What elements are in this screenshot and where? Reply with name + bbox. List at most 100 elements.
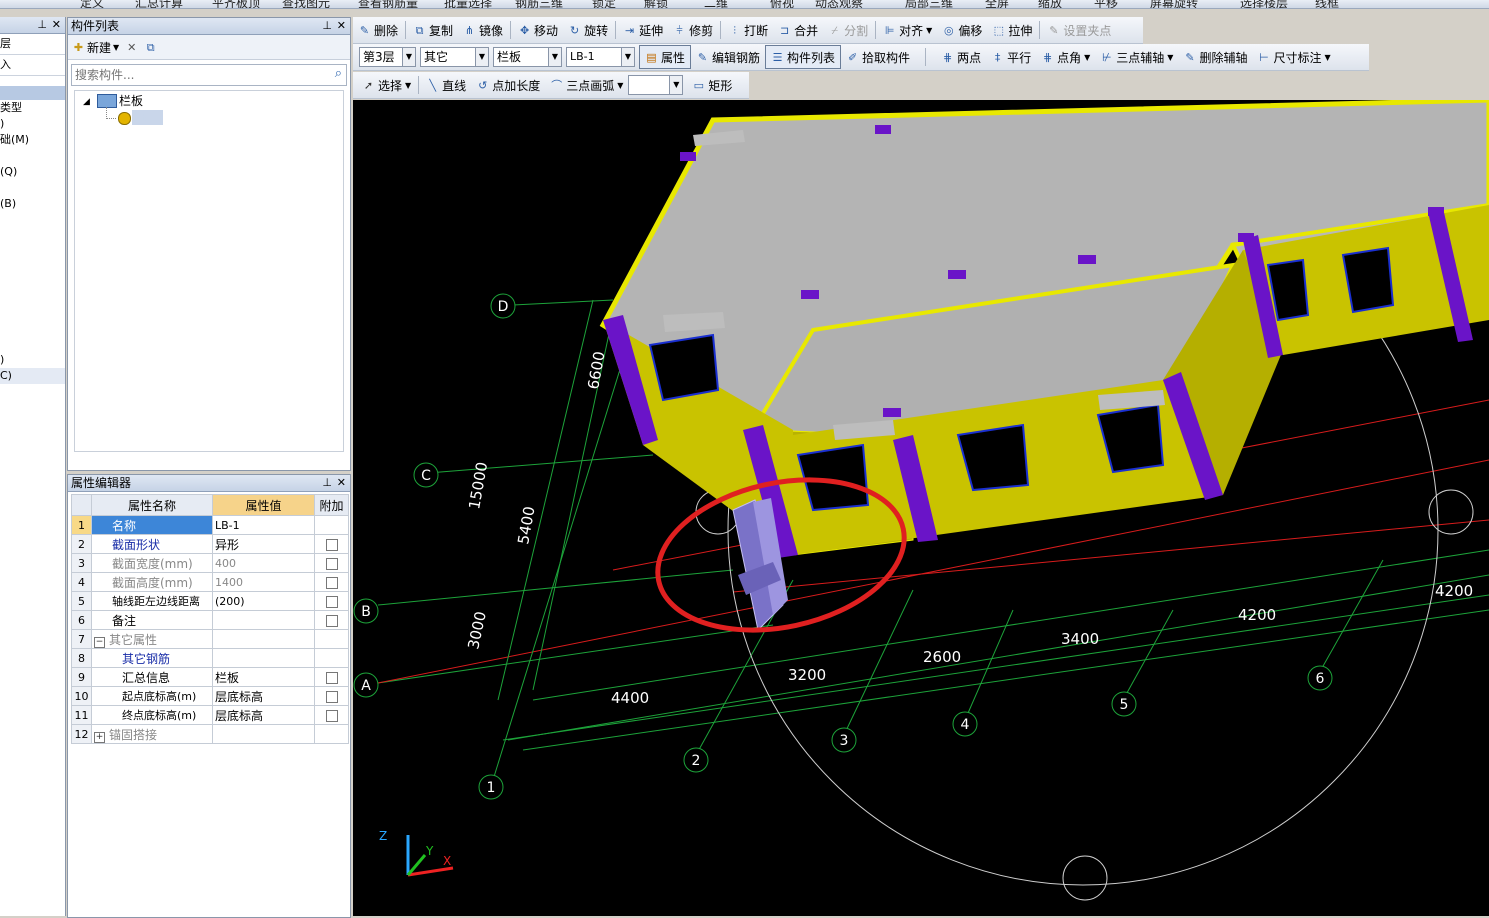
category-select[interactable]: 其它 ▼ <box>420 47 489 67</box>
property-name[interactable]: 其它钢筋 <box>91 648 213 668</box>
pin-icon[interactable]: ⊥ <box>37 17 47 33</box>
collapse-icon[interactable]: ◢ <box>83 97 90 107</box>
parallel-button[interactable]: ‡ 平行 <box>986 46 1036 68</box>
copy-button[interactable]: ⧉ 复制 <box>408 19 458 41</box>
nav-item[interactable]: 础(M) <box>0 132 65 148</box>
top-item-4[interactable]: 查看钢筋量 <box>358 0 418 8</box>
table-row[interactable]: 6 备注 <box>71 610 349 630</box>
delete-axis-button[interactable]: ✎ 删除辅轴 <box>1178 46 1252 68</box>
property-value[interactable] <box>212 610 315 630</box>
pin-icon[interactable]: ⊥ <box>322 475 332 491</box>
offset-button[interactable]: ◎ 偏移 <box>937 19 987 41</box>
property-value[interactable]: (200) <box>212 591 315 611</box>
nav-item[interactable]: C) <box>0 368 65 384</box>
top-item-1[interactable]: 汇总计算 <box>135 0 183 8</box>
axis-bubble-A[interactable]: A <box>353 672 379 698</box>
break-button[interactable]: ⫶ 打断 <box>723 19 773 41</box>
extra-checkbox[interactable] <box>325 671 338 684</box>
set-grip-button[interactable]: ✎ 设置夹点 <box>1042 19 1116 41</box>
delete-component-button[interactable]: ✕ <box>125 41 138 54</box>
tree-child-selected[interactable]: LB-1 <box>132 110 163 125</box>
table-row[interactable]: 10 起点底标高(m) 层底标高 <box>71 686 349 706</box>
nav-item[interactable]: (Q) <box>0 164 65 180</box>
close-icon[interactable]: ✕ <box>337 18 346 34</box>
nav-group-header[interactable] <box>0 86 65 100</box>
close-icon[interactable]: ✕ <box>337 475 346 491</box>
top-item-10[interactable]: 俯视 <box>770 0 794 8</box>
property-value[interactable] <box>212 648 315 668</box>
pick-component-button[interactable]: ✐ 拾取构件 <box>841 46 915 68</box>
component-list-button[interactable]: ☰ 构件列表 <box>765 45 842 69</box>
top-item-0[interactable]: 定义 <box>80 0 104 8</box>
pin-icon[interactable]: ⊥ <box>322 18 332 34</box>
nav-item[interactable]: 入 <box>0 55 65 76</box>
edit-rebar-button[interactable]: ✎ 编辑钢筋 <box>691 46 765 68</box>
properties-button[interactable]: ▤ 属性 <box>639 45 692 69</box>
top-item-15[interactable]: 平移 <box>1094 0 1118 8</box>
table-row[interactable]: 7 − 其它属性 <box>71 629 349 649</box>
close-icon[interactable]: ✕ <box>52 17 61 33</box>
top-item-3[interactable]: 查找图元 <box>282 0 330 8</box>
three-point-arc-button[interactable]: ⌒ 三点画弧 ▼ <box>545 74 628 96</box>
mirror-button[interactable]: ⋔ 镜像 <box>458 19 508 41</box>
rotate-button[interactable]: ↻ 旋转 <box>563 19 613 41</box>
axis-bubble-C[interactable]: C <box>413 462 439 488</box>
stretch-button[interactable]: ⬚ 拉伸 <box>987 19 1037 41</box>
axis-bubble-B[interactable]: B <box>353 598 379 624</box>
axis-bubble-D[interactable]: D <box>490 293 516 319</box>
property-value[interactable]: 400 <box>212 553 315 573</box>
top-item-17[interactable]: 选择楼层 <box>1240 0 1288 8</box>
two-points-button[interactable]: ⋕ 两点 <box>936 46 986 68</box>
top-item-12[interactable]: 局部三维 <box>905 0 953 8</box>
axis-bubble-1[interactable]: 1 <box>478 774 504 800</box>
table-row[interactable]: 4 截面高度(mm) 1400 <box>71 572 349 592</box>
arc-option-select[interactable]: ▼ <box>628 75 684 95</box>
top-item-18[interactable]: 线框 <box>1315 0 1339 8</box>
top-item-16[interactable]: 屏幕旋转 <box>1150 0 1198 8</box>
property-value[interactable]: 栏板 <box>212 667 315 687</box>
search-icon[interactable]: ⌕ <box>335 66 342 81</box>
nav-item[interactable]: ) <box>0 116 65 132</box>
orbit-handle-bottom[interactable] <box>1062 855 1108 901</box>
table-row[interactable]: 12 + 锚固搭接 <box>71 724 349 744</box>
top-item-6[interactable]: 钢筋三维 <box>515 0 563 8</box>
axis-bubble-3[interactable]: 3 <box>831 727 857 753</box>
property-value[interactable]: 1400 <box>212 572 315 592</box>
floor-select[interactable]: 第3层 ▼ <box>359 47 416 67</box>
orbit-handle-right[interactable] <box>1428 489 1474 535</box>
table-row[interactable]: 1 名称 LB-1 <box>71 515 349 535</box>
expand-icon[interactable]: + <box>94 731 105 743</box>
property-value[interactable]: 层底标高 <box>212 705 315 725</box>
axis-bubble-5[interactable]: 5 <box>1111 691 1137 717</box>
collapse-icon[interactable]: − <box>94 636 105 648</box>
top-item-7[interactable]: 锁定 <box>592 0 616 8</box>
axis-bubble-2[interactable]: 2 <box>683 747 709 773</box>
table-row[interactable]: 3 截面宽度(mm) 400 <box>71 553 349 573</box>
component-type-select[interactable]: 栏板 ▼ <box>493 47 562 67</box>
point-angle-button[interactable]: ⋕ 点角 ▼ <box>1036 46 1095 68</box>
property-value[interactable]: 层底标高 <box>212 686 315 706</box>
delete-button[interactable]: ✎ 删除 <box>353 19 403 41</box>
align-button[interactable]: ⊫ 对齐 ▼ <box>878 19 937 41</box>
extend-button[interactable]: ⇥ 延伸 <box>618 19 668 41</box>
top-item-11[interactable]: 动态观察 <box>815 0 863 8</box>
component-name-select[interactable]: LB-1 ▼ <box>566 47 635 67</box>
nav-item[interactable]: 类型 <box>0 100 65 116</box>
extra-checkbox[interactable] <box>325 576 338 589</box>
axis-bubble-4[interactable]: 4 <box>952 711 978 737</box>
table-row[interactable]: 11 终点底标高(m) 层底标高 <box>71 705 349 725</box>
top-item-8[interactable]: 解锁 <box>644 0 668 8</box>
split-button[interactable]: ⌿ 分割 <box>823 19 873 41</box>
table-row[interactable]: 2 截面形状 异形 <box>71 534 349 554</box>
extra-checkbox[interactable] <box>325 690 338 703</box>
table-row[interactable]: 5 轴线距左边线距离 (200) <box>71 591 349 611</box>
building-model[interactable] <box>599 100 1489 558</box>
extra-checkbox[interactable] <box>325 709 338 722</box>
extra-checkbox[interactable] <box>325 538 338 551</box>
line-button[interactable]: ╲ 直线 <box>421 74 471 96</box>
point-length-button[interactable]: ↺ 点加长度 <box>471 74 545 96</box>
viewport-canvas[interactable]: D C B A 1 2 3 4 5 6 3000 5400 6600 15000… <box>353 100 1489 916</box>
property-value[interactable]: 异形 <box>212 534 315 554</box>
extra-checkbox[interactable] <box>325 557 338 570</box>
top-item-9[interactable]: 二维 <box>704 0 728 8</box>
